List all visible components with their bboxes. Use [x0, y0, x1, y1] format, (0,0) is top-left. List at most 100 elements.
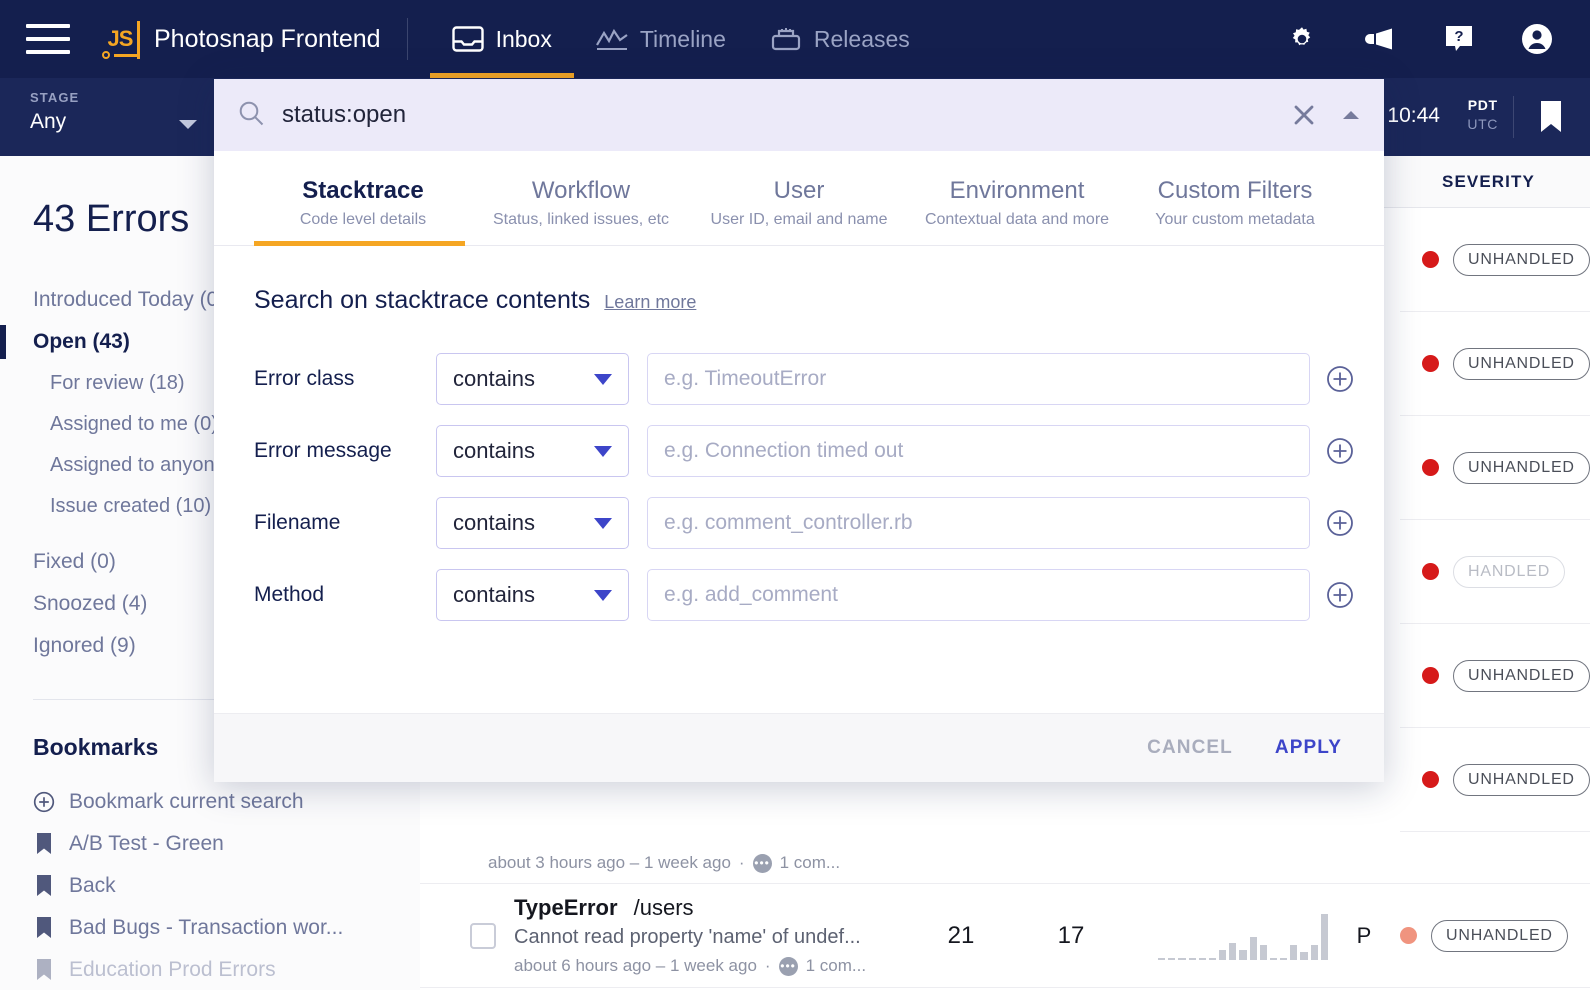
column-header-severity: SEVERITY: [1420, 156, 1590, 208]
row-info: TypeError /users Cannot read property 'n…: [514, 895, 906, 976]
row-sparkline-chart: [1158, 912, 1328, 960]
operator-select-error-class[interactable]: contains: [436, 353, 629, 405]
logo-text: JS: [108, 26, 133, 52]
learn-more-link[interactable]: Learn more: [604, 292, 696, 313]
table-row[interactable]: HANDLED: [1400, 520, 1590, 624]
plus-circle-icon[interactable]: [1326, 581, 1354, 609]
stage-separator: [1513, 96, 1514, 138]
releases-icon: [770, 26, 802, 52]
tab-label: Custom Filters: [1126, 177, 1344, 205]
megaphone-icon[interactable]: [1364, 25, 1398, 53]
hamburger-icon[interactable]: [26, 24, 70, 54]
bookmark-current-search-button[interactable]: Bookmark current search: [0, 781, 420, 823]
bookmark-item-bad-bugs[interactable]: Bad Bugs - Transaction wor...: [0, 907, 420, 949]
tab-stacktrace[interactable]: Stacktrace Code level details: [254, 151, 472, 245]
sidebar-item-label: Introduced Today (0): [33, 288, 225, 311]
status-badge: UNHANDLED: [1453, 764, 1590, 796]
sidebar-item-label: Snoozed (4): [33, 592, 147, 615]
topnav-right-icons: ?: [1286, 22, 1590, 56]
apply-button[interactable]: APPLY: [1275, 737, 1342, 759]
table-row[interactable]: UNHANDLED: [1400, 728, 1590, 832]
criteria-rows: Error class contains e.g. TimeoutError: [254, 353, 1344, 621]
tab-sublabel: Contextual data and more: [908, 211, 1126, 229]
status-badge: UNHANDLED: [1453, 660, 1590, 692]
value-input-filename[interactable]: e.g. comment_controller.rb: [647, 497, 1310, 549]
row-comments: 1 com...: [806, 956, 866, 976]
row-comments: 1 com...: [780, 853, 840, 873]
severity-dot: [1400, 927, 1417, 944]
severity-dot: [1422, 459, 1439, 476]
sidebar-item-label: Issue created (10): [50, 495, 211, 517]
bookmark-label: Back: [69, 874, 116, 898]
top-navigation-bar: JS Photosnap Frontend Inbox: [0, 0, 1590, 78]
operator-value: contains: [453, 366, 535, 392]
search-input[interactable]: status:open: [282, 101, 1292, 129]
plus-circle-icon[interactable]: [1326, 509, 1354, 537]
bookmark-icon[interactable]: [1538, 100, 1564, 139]
timezone-pdt: PDT: [1467, 96, 1498, 115]
row-checkbox[interactable]: [470, 923, 496, 949]
gear-icon[interactable]: [1286, 23, 1318, 55]
table-row[interactable]: UNHANDLED: [1400, 312, 1590, 416]
operator-select-error-message[interactable]: contains: [436, 425, 629, 477]
plus-circle-icon[interactable]: [1326, 437, 1354, 465]
timezone-utc: UTC: [1467, 115, 1498, 134]
account-icon[interactable]: [1520, 22, 1554, 56]
severity-dot: [1422, 667, 1439, 684]
table-row[interactable]: UNHANDLED: [1400, 208, 1590, 312]
table-row[interactable]: about 3 hours ago – 1 week ago · ••• 1 c…: [420, 832, 1590, 884]
status-badge: UNHANDLED: [1453, 452, 1590, 484]
operator-select-method[interactable]: contains: [436, 569, 629, 621]
row-events-count: 21: [906, 922, 1016, 950]
sidebar-item-label: Assigned to anyone: [50, 454, 226, 476]
severity-dot: [1422, 251, 1439, 268]
js-logo-icon: JS: [100, 17, 140, 61]
comment-icon: •••: [753, 854, 772, 873]
status-badge: UNHANDLED: [1453, 244, 1590, 276]
criterion-error-class: Error class contains e.g. TimeoutError: [254, 353, 1344, 405]
close-icon[interactable]: [1292, 103, 1316, 127]
value-input-error-message[interactable]: e.g. Connection timed out: [647, 425, 1310, 477]
plus-circle-icon[interactable]: [1326, 365, 1354, 393]
help-icon[interactable]: ?: [1444, 24, 1474, 54]
row-users-count: 17: [1016, 922, 1126, 950]
bookmark-item-ab-test-green[interactable]: A/B Test - Green: [0, 823, 420, 865]
sidebar-item-label: Ignored (9): [33, 634, 136, 657]
tab-sublabel: User ID, email and name: [690, 211, 908, 229]
nav-tab-timeline[interactable]: Timeline: [574, 0, 748, 78]
nav-tabs: Inbox Timeline: [430, 0, 932, 78]
operator-select-filename[interactable]: contains: [436, 497, 629, 549]
severity-dot: [1422, 771, 1439, 788]
bookmark-icon: [33, 833, 55, 855]
bookmark-icon: [33, 959, 55, 981]
row-timerange: about 3 hours ago – 1 week ago: [488, 853, 731, 873]
search-bar: status:open: [214, 79, 1384, 151]
chevron-up-icon[interactable]: [1340, 107, 1362, 123]
bookmark-item-back[interactable]: Back: [0, 865, 420, 907]
stage-dropdown[interactable]: STAGE Any: [30, 90, 205, 134]
sidebar-item-label: Fixed (0): [33, 550, 116, 573]
tab-environment[interactable]: Environment Contextual data and more: [908, 151, 1126, 245]
tab-custom-filters[interactable]: Custom Filters Your custom metadata: [1126, 151, 1344, 245]
value-input-error-class[interactable]: e.g. TimeoutError: [647, 353, 1310, 405]
bookmark-item-education-prod-errors[interactable]: Education Prod Errors: [0, 949, 420, 990]
chevron-down-icon: [594, 446, 612, 457]
search-icon: [238, 100, 264, 131]
dialog-tabs: Stacktrace Code level details Workflow S…: [214, 151, 1384, 246]
row-stage: P: [1328, 923, 1400, 949]
sidebar-item-label: Assigned to me (0): [50, 413, 218, 435]
table-row[interactable]: UNHANDLED: [1400, 624, 1590, 728]
nav-tab-releases[interactable]: Releases: [748, 0, 932, 78]
tab-workflow[interactable]: Workflow Status, linked issues, etc: [472, 151, 690, 245]
timezone-toggle[interactable]: PDT UTC: [1467, 96, 1498, 134]
table-row[interactable]: TypeError /users Cannot read property 'n…: [420, 884, 1590, 988]
row-message: Cannot read property 'name' of undef...: [514, 926, 906, 949]
value-input-method[interactable]: e.g. add_comment: [647, 569, 1310, 621]
dialog-body-title: Search on stacktrace contents: [254, 286, 590, 315]
nav-tab-inbox[interactable]: Inbox: [430, 0, 574, 78]
row-error-class: TypeError: [514, 895, 618, 920]
table-row[interactable]: UNHANDLED: [1400, 416, 1590, 520]
tab-user[interactable]: User User ID, email and name: [690, 151, 908, 245]
bookmark-label: Bad Bugs - Transaction wor...: [69, 916, 343, 940]
cancel-button[interactable]: CANCEL: [1147, 737, 1233, 759]
